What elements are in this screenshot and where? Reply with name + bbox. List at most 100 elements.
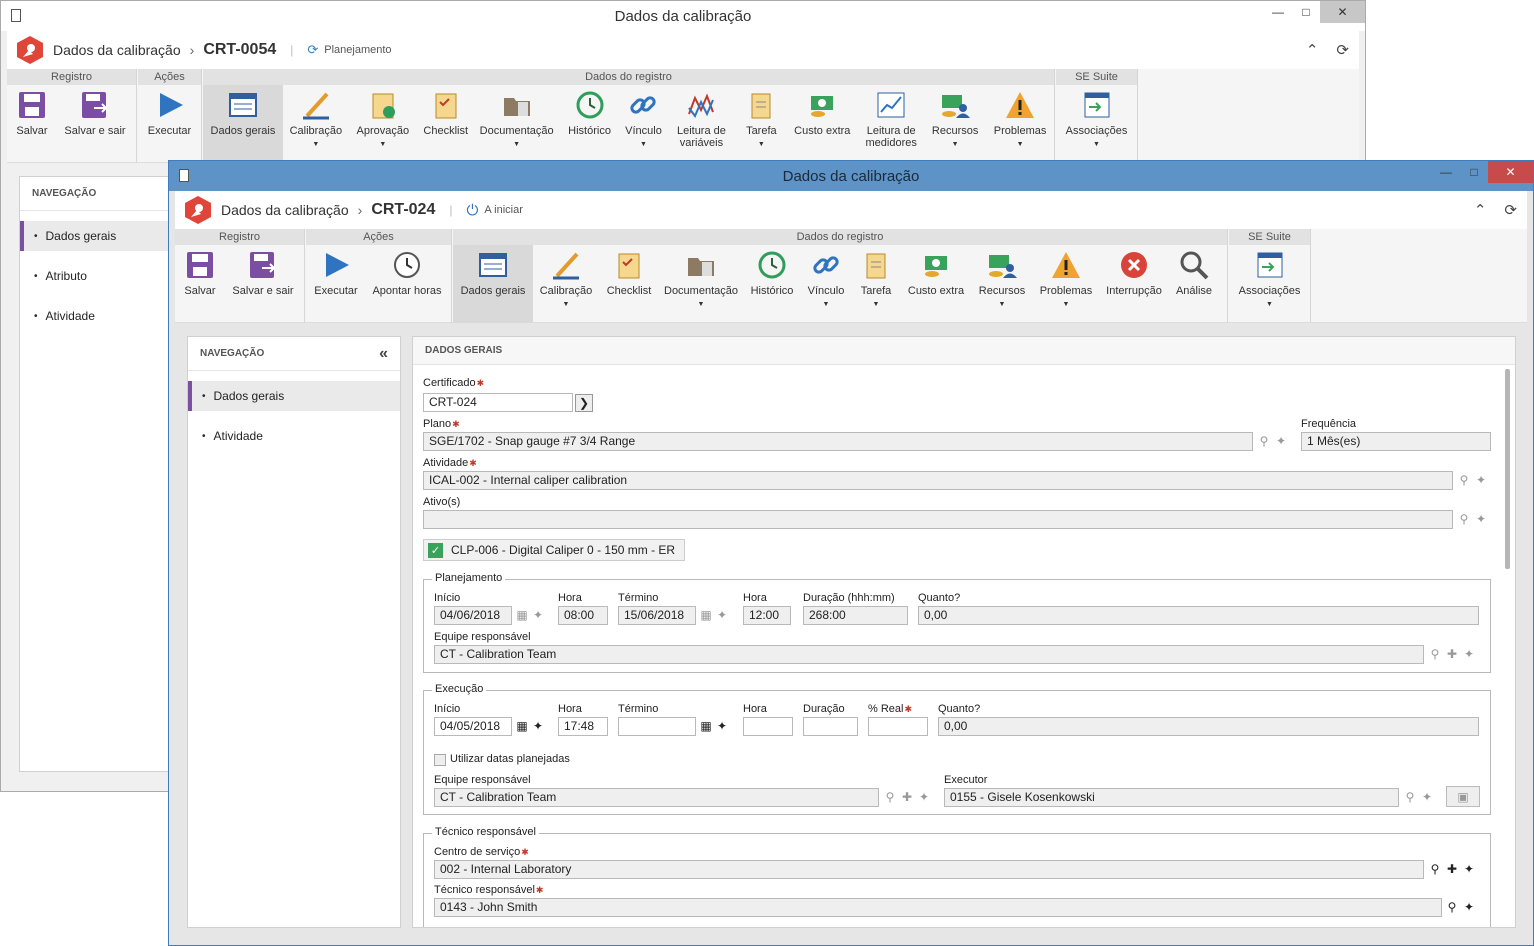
nav-item-atividade[interactable]: • Atividade (20, 301, 178, 331)
checklist-button[interactable]: Checklist (599, 245, 659, 323)
calendar-icon[interactable]: ▦ (698, 718, 714, 734)
approval-button[interactable]: Aprovação ▼ (349, 85, 417, 163)
exec-duration[interactable] (803, 717, 858, 736)
close-button[interactable]: ✕ (1488, 161, 1533, 183)
log-hours-button[interactable]: Apontar horas (366, 245, 448, 323)
save-button[interactable]: Salvar (7, 85, 57, 163)
executor-field[interactable]: 0155 - Gisele Kosenkowski (944, 788, 1399, 807)
calendar-icon[interactable]: ▦ (698, 607, 714, 623)
general-data-button[interactable]: Dados gerais (453, 245, 533, 323)
service-center-field[interactable]: 002 - Internal Laboratory (434, 860, 1424, 879)
chevron-right-icon[interactable]: ❯ (575, 394, 593, 412)
collapse-header-icon[interactable]: ⌃ (1306, 41, 1319, 59)
maximize-button[interactable]: □ (1460, 161, 1488, 183)
refresh-icon[interactable]: ⟳ (1504, 201, 1517, 219)
plan-end-date[interactable]: 15/06/2018 (618, 606, 696, 625)
execute-button[interactable]: Executar (306, 245, 366, 323)
nav-item-dados-gerais[interactable]: • Dados gerais (20, 221, 178, 251)
save-exit-button[interactable]: Salvar e sair (225, 245, 301, 323)
exec-end-date[interactable] (618, 717, 696, 736)
exec-start-date[interactable]: 04/05/2018 (434, 717, 512, 736)
checklist-button[interactable]: Checklist (417, 85, 475, 163)
exec-start-time[interactable]: 17:48 (558, 717, 608, 736)
clear-icon[interactable]: ✦ (1461, 646, 1477, 662)
plan-start-time[interactable]: 08:00 (558, 606, 608, 625)
problems-button[interactable]: Problemas ▼ (1033, 245, 1099, 323)
task-button[interactable]: Tarefa ▼ (736, 85, 786, 163)
clear-icon[interactable]: ✦ (916, 789, 932, 805)
associations-button[interactable]: Associações ▼ (1056, 85, 1137, 163)
collapse-nav-icon[interactable]: « (379, 345, 388, 363)
extra-cost-button[interactable]: Custo extra (901, 245, 971, 323)
history-button[interactable]: Histórico (559, 85, 621, 163)
exec-end-time[interactable] (743, 717, 793, 736)
minimize-button[interactable]: — (1264, 1, 1292, 23)
nav-item-atributo[interactable]: • Atributo (20, 261, 178, 291)
history-button[interactable]: Histórico (743, 245, 801, 323)
refresh-icon[interactable]: ⟳ (1336, 41, 1349, 59)
search-icon[interactable]: ⚲ (882, 789, 898, 805)
calendar-icon[interactable]: ▦ (514, 607, 530, 623)
clear-icon[interactable]: ✦ (1273, 433, 1289, 449)
link-button[interactable]: Vínculo ▼ (801, 245, 851, 323)
add-icon[interactable]: ✚ (899, 789, 915, 805)
save-exit-button[interactable]: Salvar e sair (57, 85, 133, 163)
variable-reading-button[interactable]: Leitura de variáveis (666, 85, 736, 163)
resources-button[interactable]: Recursos ▼ (924, 85, 986, 163)
collapse-header-icon[interactable]: ⌃ (1474, 201, 1487, 219)
associations-button[interactable]: Associações ▼ (1229, 245, 1310, 323)
search-icon[interactable]: ⚲ (1427, 646, 1443, 662)
use-planned-dates-checkbox[interactable] (434, 754, 446, 766)
vertical-scrollbar[interactable] (1505, 369, 1510, 569)
technician-field[interactable]: 0143 - John Smith (434, 898, 1442, 917)
certificado-field[interactable]: CRT-024 (423, 393, 573, 412)
meter-reading-button[interactable]: Leitura de medidores (858, 85, 924, 163)
clear-icon[interactable]: ✦ (530, 718, 546, 734)
analysis-button[interactable]: Análise (1169, 245, 1219, 323)
problems-button[interactable]: Problemas ▼ (986, 85, 1054, 163)
exec-cost[interactable]: 0,00 (938, 717, 1479, 736)
documentation-button[interactable]: Documentação ▼ (659, 245, 743, 323)
general-data-button[interactable]: Dados gerais (203, 85, 283, 163)
close-button[interactable]: ✕ (1320, 1, 1365, 23)
calibration-button[interactable]: Calibração ▼ (283, 85, 349, 163)
clear-icon[interactable]: ✦ (1461, 861, 1477, 877)
save-button[interactable]: Salvar (175, 245, 225, 323)
documentation-button[interactable]: Documentação ▼ (475, 85, 559, 163)
exec-team-field[interactable]: CT - Calibration Team (434, 788, 879, 807)
nav-item-atividade[interactable]: • Atividade (188, 421, 400, 451)
clear-icon[interactable]: ✦ (1419, 789, 1435, 805)
exec-real-percent[interactable] (868, 717, 928, 736)
calendar-icon[interactable]: ▦ (514, 718, 530, 734)
minimize-button[interactable]: — (1432, 161, 1460, 183)
clear-icon[interactable]: ✦ (530, 607, 546, 623)
extra-cost-button[interactable]: Custo extra (786, 85, 858, 163)
search-icon[interactable]: ⚲ (1456, 511, 1472, 527)
clear-icon[interactable]: ✦ (1473, 472, 1489, 488)
execute-button[interactable]: Executar (138, 85, 201, 163)
clear-icon[interactable]: ✦ (1473, 511, 1489, 527)
search-icon[interactable]: ⚲ (1456, 472, 1472, 488)
search-icon[interactable]: ⚲ (1427, 861, 1443, 877)
clear-icon[interactable]: ✦ (714, 718, 730, 734)
plano-field[interactable]: SGE/1702 - Snap gauge #7 3/4 Range (423, 432, 1253, 451)
calibration-button[interactable]: Calibração ▼ (533, 245, 599, 323)
clear-icon[interactable]: ✦ (714, 607, 730, 623)
clear-icon[interactable]: ✦ (1461, 899, 1477, 915)
plan-cost[interactable]: 0,00 (918, 606, 1479, 625)
lock-icon[interactable]: ▣ (1446, 786, 1480, 807)
maximize-button[interactable]: □ (1292, 1, 1320, 23)
interruption-button[interactable]: Interrupção (1099, 245, 1169, 323)
plan-start-date[interactable]: 04/06/2018 (434, 606, 512, 625)
ativos-field[interactable] (423, 510, 1453, 529)
link-button[interactable]: Vínculo ▼ (621, 85, 667, 163)
add-icon[interactable]: ✚ (1444, 646, 1460, 662)
plan-end-time[interactable]: 12:00 (743, 606, 791, 625)
nav-item-dados-gerais[interactable]: • Dados gerais (188, 381, 400, 411)
resources-button[interactable]: Recursos ▼ (971, 245, 1033, 323)
search-icon[interactable]: ⚲ (1256, 433, 1272, 449)
search-icon[interactable]: ⚲ (1444, 899, 1460, 915)
atividade-field[interactable]: ICAL-002 - Internal caliper calibration (423, 471, 1453, 490)
asset-tag[interactable]: ✓ CLP-006 - Digital Caliper 0 - 150 mm -… (423, 539, 685, 561)
plan-team-field[interactable]: CT - Calibration Team (434, 645, 1424, 664)
